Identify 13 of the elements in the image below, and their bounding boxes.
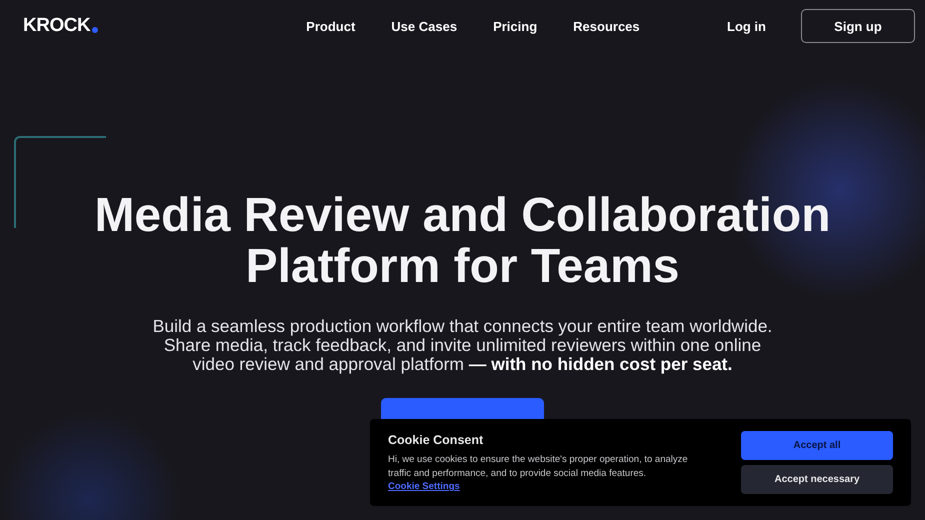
cookie-title: Cookie Consent <box>388 433 484 447</box>
nav-link[interactable]: Product <box>306 18 356 34</box>
cookie-settings-link[interactable]: Cookie Settings <box>388 481 741 492</box>
hero-subtitle: Build a seamless production workflow that connects your entire team worldwide. Share media, track feedback, and invite unlimited reviewers within one online video review and approval platform — with no hidden cost per seat. <box>152 317 772 374</box>
cookie-text: Hi, we use cookies to ensure the website's proper operation, to analyze traffic and performance, and to provide social media features. <box>388 453 689 481</box>
signup-button[interactable]: Sign up <box>801 9 915 43</box>
accept-necessary-button[interactable]: Accept necessary <box>741 465 893 494</box>
nav-link[interactable]: Resources <box>573 18 640 34</box>
login-link[interactable]: Log in <box>727 18 766 34</box>
hero-title: Media Review and Collaboration Platform for Teams <box>94 190 831 292</box>
nav-link[interactable]: Use Cases <box>391 18 458 34</box>
nav-link[interactable]: Pricing <box>493 18 538 34</box>
logo[interactable]: KROCK <box>23 15 98 37</box>
